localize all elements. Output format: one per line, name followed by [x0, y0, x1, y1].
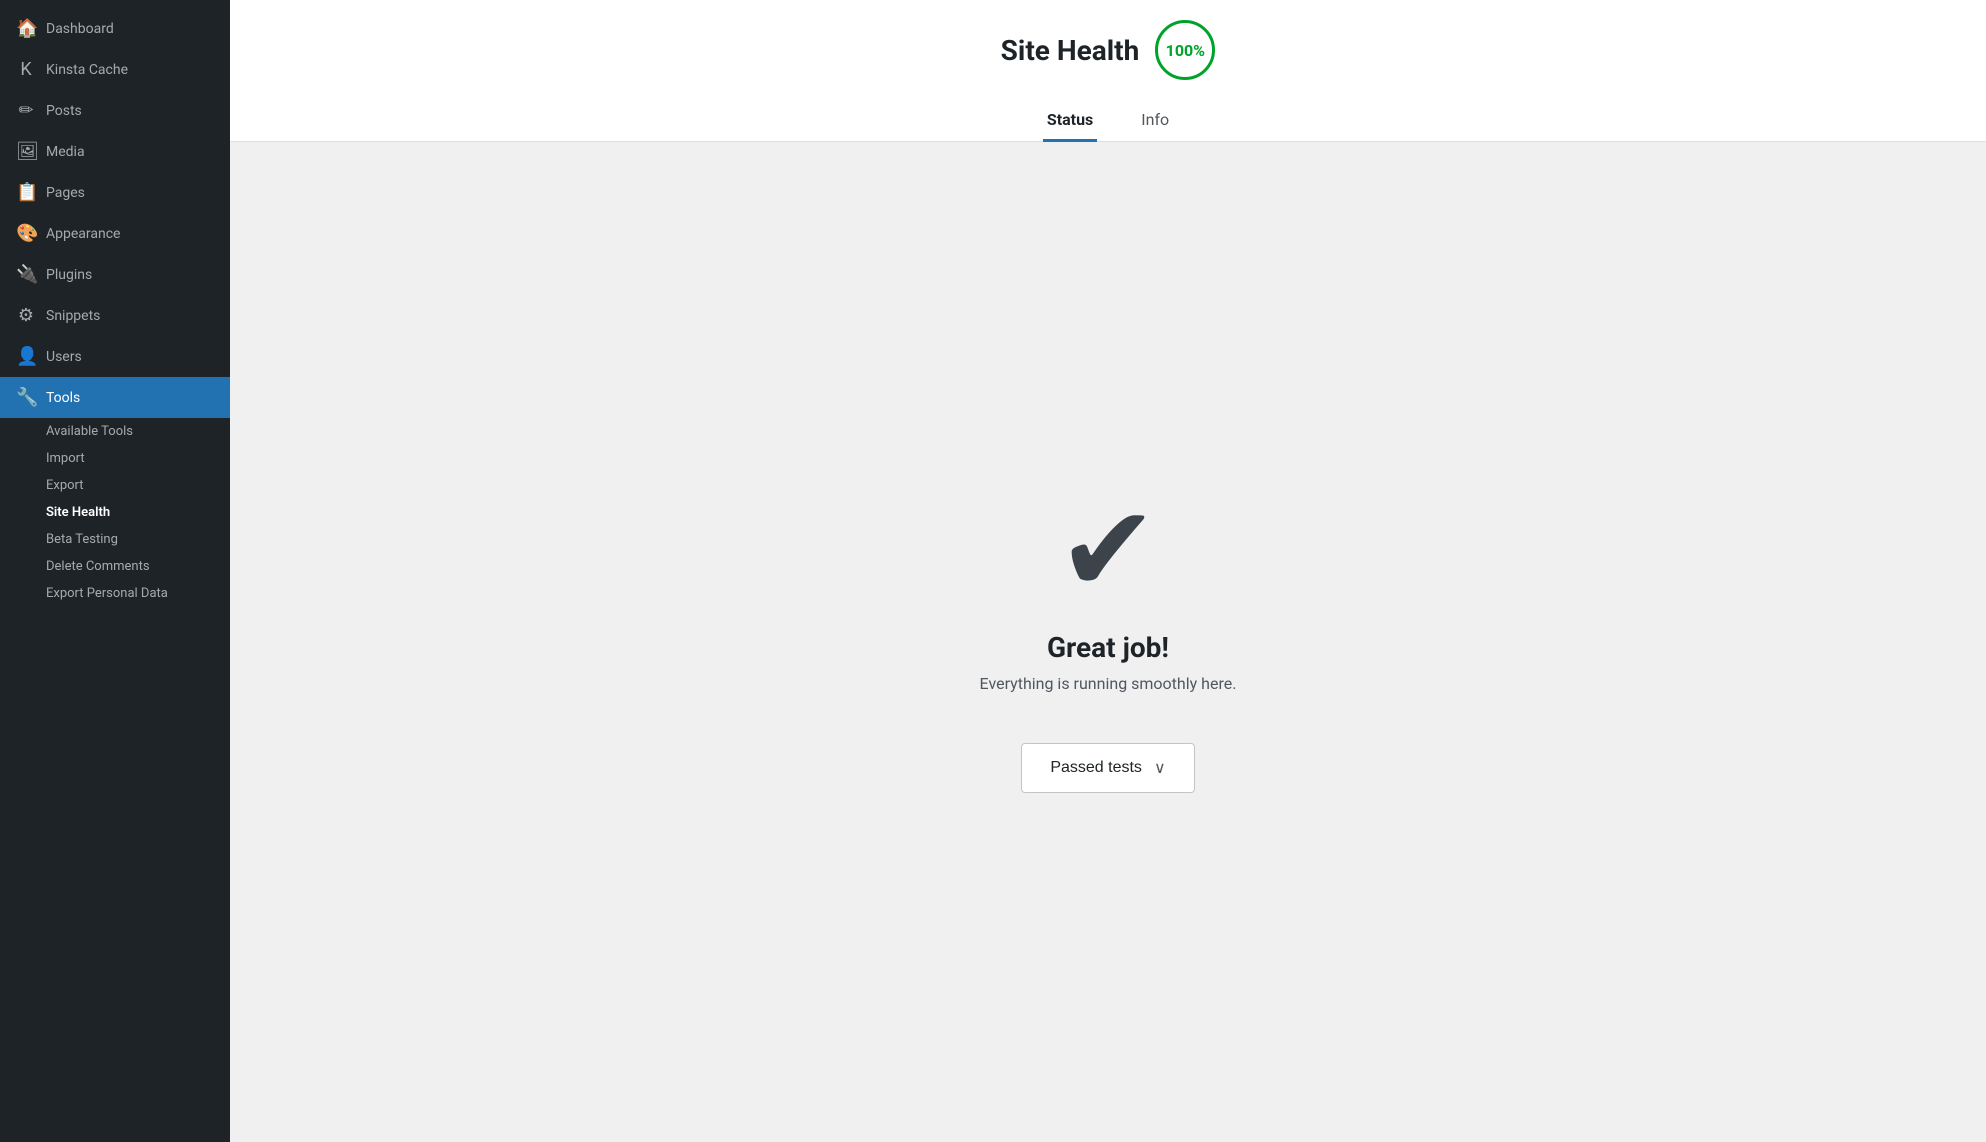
sidebar-item-users[interactable]: 👤 Users: [0, 336, 230, 377]
sidebar-item-pages[interactable]: 📋 Pages: [0, 172, 230, 213]
sidebar-item-tools[interactable]: 🔧 Tools: [0, 377, 230, 418]
sidebar-label-dashboard: Dashboard: [46, 21, 114, 37]
posts-icon: ✏: [16, 100, 36, 121]
tab-status[interactable]: Status: [1043, 100, 1097, 142]
checkmark-icon: ✔: [1058, 491, 1159, 611]
sidebar-item-posts[interactable]: ✏ Posts: [0, 90, 230, 131]
sidebar-sub-item-export[interactable]: Export: [0, 472, 230, 499]
sidebar-item-media[interactable]: 🖼 Media: [0, 131, 230, 172]
page-title: Site Health: [1001, 34, 1140, 67]
tab-info[interactable]: Info: [1137, 100, 1173, 142]
passed-tests-label: Passed tests: [1050, 759, 1142, 777]
sidebar-item-appearance[interactable]: 🎨 Appearance: [0, 213, 230, 254]
health-score-badge: 100%: [1155, 20, 1215, 80]
sidebar-label-tools: Tools: [46, 390, 80, 406]
sidebar: 🏠 Dashboard K Kinsta Cache ✏ Posts 🖼 Media 📋 Page…: [0, 0, 230, 1142]
sidebar-label-media: Media: [46, 144, 85, 160]
snippets-icon: ⚙: [16, 305, 36, 326]
kinsta-cache-icon: K: [16, 59, 36, 80]
pages-icon: 📋: [16, 182, 36, 203]
appearance-icon: 🎨: [16, 223, 36, 244]
sidebar-item-snippets[interactable]: ⚙ Snippets: [0, 295, 230, 336]
sidebar-label-posts: Posts: [46, 103, 82, 119]
users-icon: 👤: [16, 346, 36, 367]
sidebar-item-kinsta-cache[interactable]: K Kinsta Cache: [0, 49, 230, 90]
sidebar-label-plugins: Plugins: [46, 267, 92, 283]
sidebar-sub-item-site-health[interactable]: Site Health: [0, 499, 230, 526]
plugins-icon: 🔌: [16, 264, 36, 285]
sidebar-label-appearance: Appearance: [46, 226, 120, 242]
passed-tests-button[interactable]: Passed tests ∨: [1021, 743, 1194, 793]
media-icon: 🖼: [16, 141, 36, 162]
great-job-subtitle: Everything is running smoothly here.: [980, 674, 1237, 693]
dashboard-icon: 🏠: [16, 18, 36, 39]
sidebar-label-snippets: Snippets: [46, 308, 100, 324]
sidebar-sub-item-import[interactable]: Import: [0, 445, 230, 472]
sidebar-item-dashboard[interactable]: 🏠 Dashboard: [0, 8, 230, 49]
main-content: Site Health 100% Status Info ✔ Great job!…: [230, 0, 1986, 1142]
chevron-down-icon: ∨: [1154, 758, 1166, 778]
sidebar-item-plugins[interactable]: 🔌 Plugins: [0, 254, 230, 295]
sidebar-sub-item-available-tools[interactable]: Available Tools: [0, 418, 230, 445]
sidebar-label-kinsta-cache: Kinsta Cache: [46, 62, 128, 78]
sidebar-label-pages: Pages: [46, 185, 85, 201]
page-header: Site Health 100% Status Info: [230, 0, 1986, 142]
great-job-title: Great job!: [1047, 631, 1169, 664]
content-area: ✔ Great job! Everything is running smoot…: [230, 142, 1986, 1142]
sidebar-label-users: Users: [46, 349, 82, 365]
tools-icon: 🔧: [16, 387, 36, 408]
tab-bar: Status Info: [1043, 100, 1173, 141]
sidebar-sub-item-delete-comments[interactable]: Delete Comments: [0, 553, 230, 580]
sidebar-sub-item-beta-testing[interactable]: Beta Testing: [0, 526, 230, 553]
sidebar-sub-item-export-personal-data[interactable]: Export Personal Data: [0, 580, 230, 607]
